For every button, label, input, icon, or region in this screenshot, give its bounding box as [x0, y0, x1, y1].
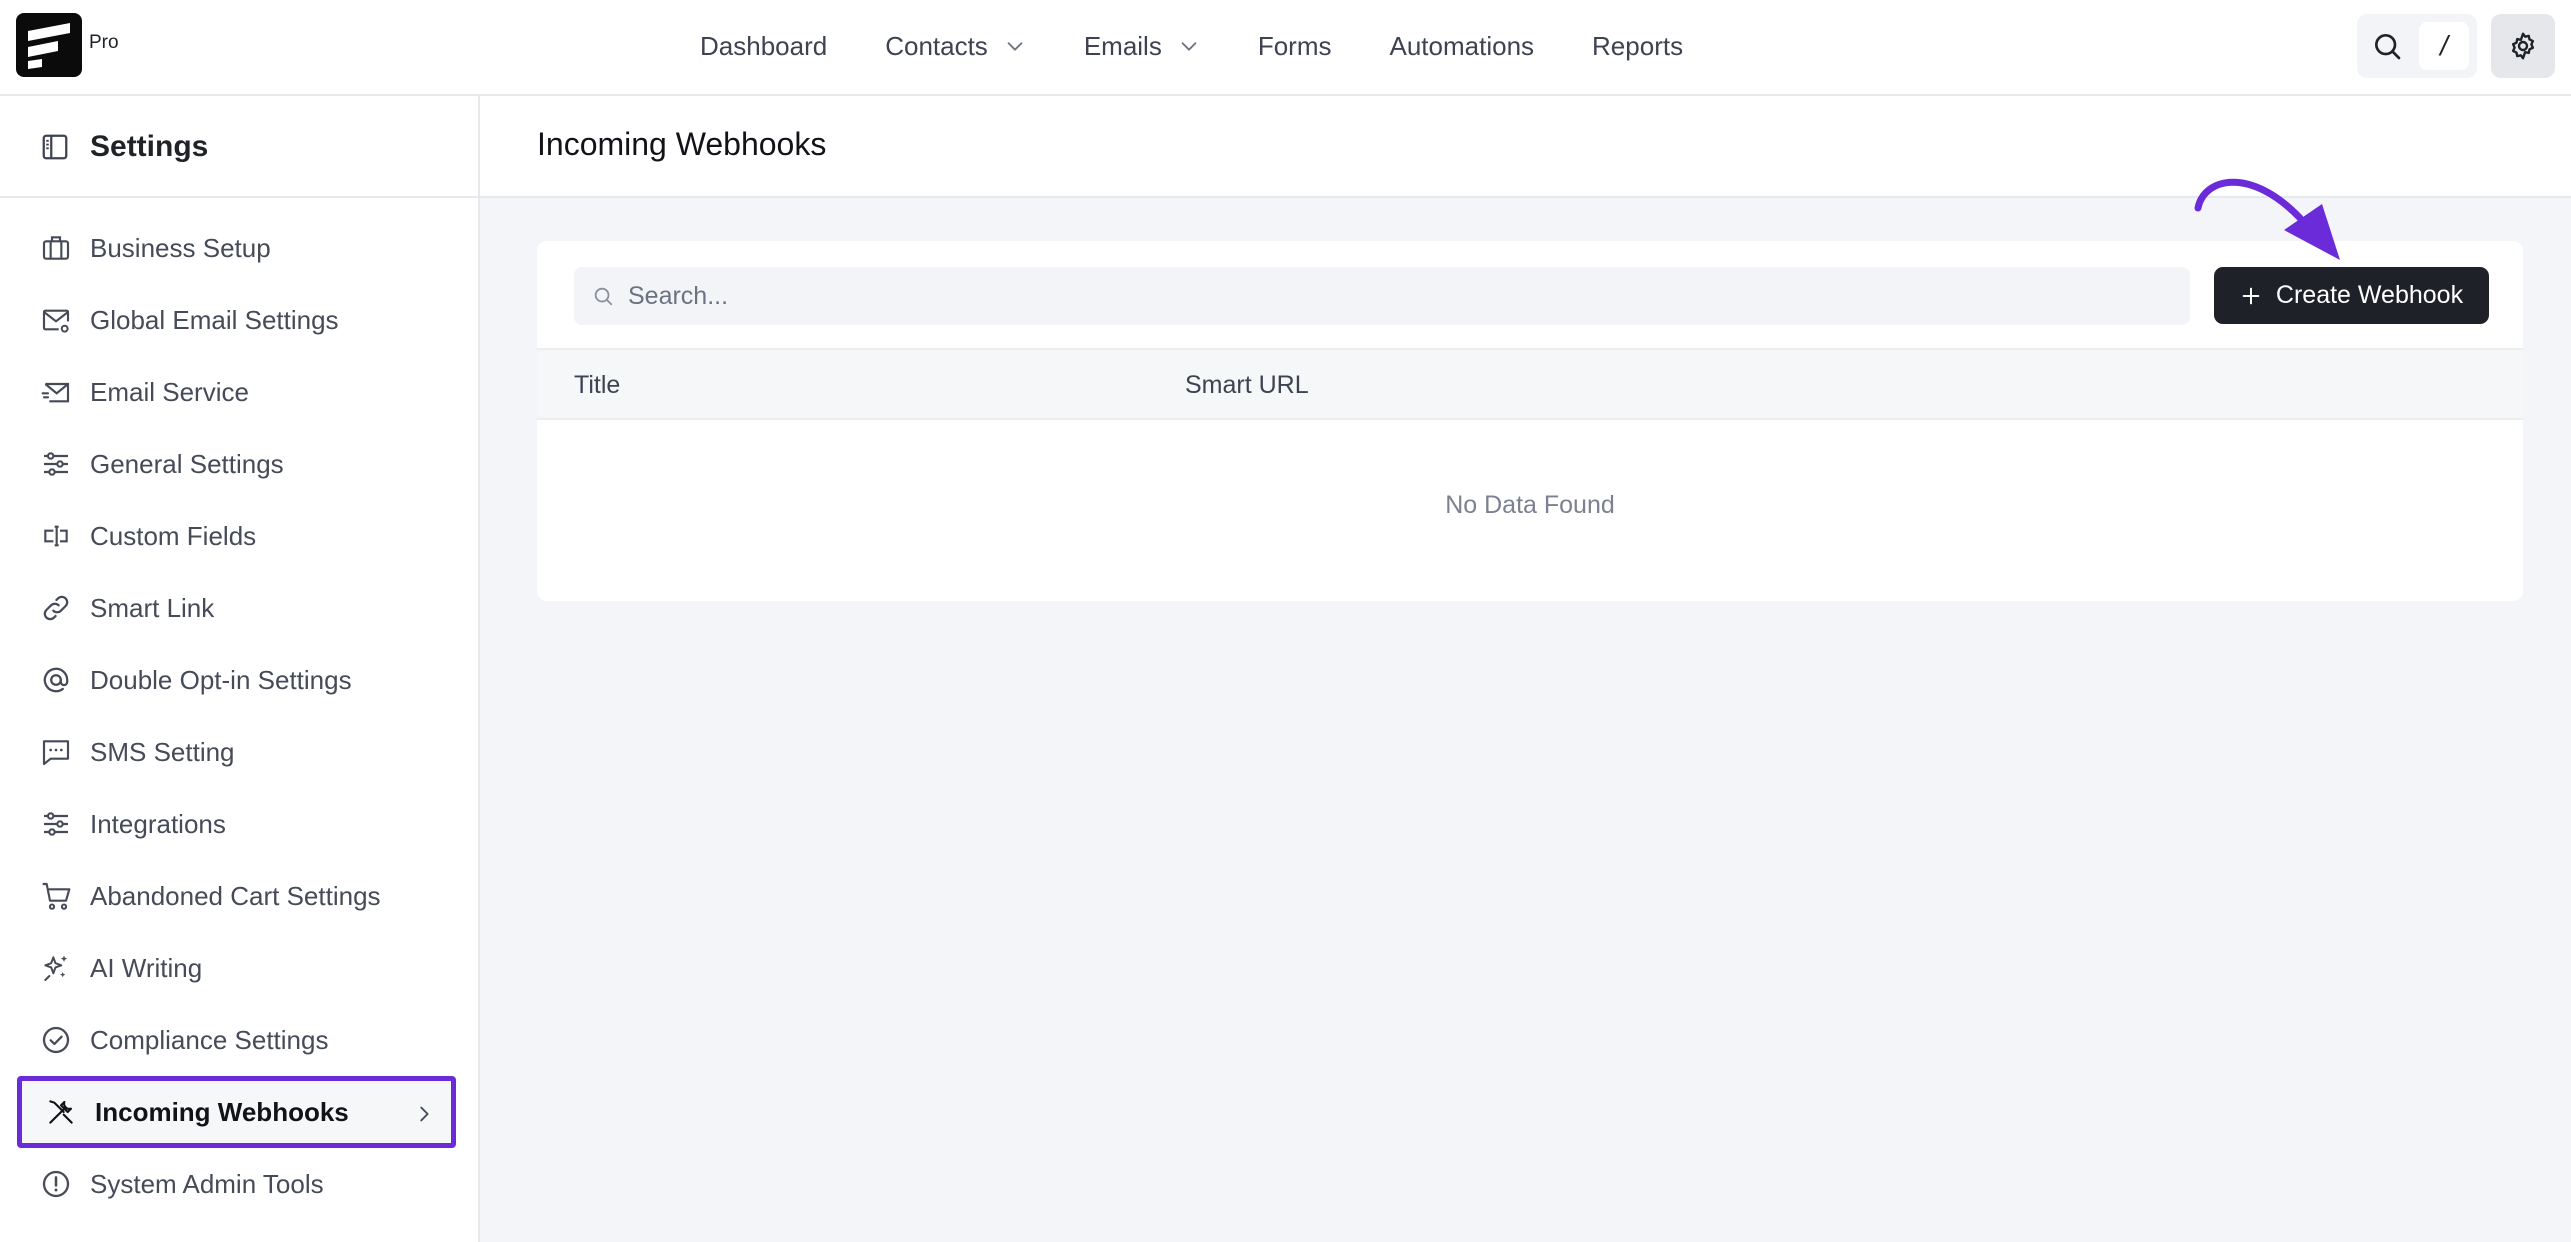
search-icon: [2375, 34, 2401, 60]
link-icon: [43, 595, 69, 621]
chevron-right-icon: [420, 1106, 429, 1122]
webhooks-card: Create Webhook Title Smart URL No Data F…: [537, 241, 2523, 601]
sidebar-item-smart-link[interactable]: Smart Link: [0, 572, 478, 644]
sidebar-item-label: Custom Fields: [90, 520, 257, 551]
sidebar-item-ai-writing[interactable]: AI Writing: [0, 932, 478, 1004]
chevron-down-icon: [1181, 42, 1197, 51]
annotation-arrow-icon: [2194, 178, 2340, 260]
nav-item-label: Contacts: [885, 30, 988, 61]
alert-circle-icon: [42, 1170, 70, 1198]
column-header-smart-url[interactable]: Smart URL: [1185, 371, 1309, 400]
plus-icon: [2242, 287, 2260, 304]
nav-item-emails[interactable]: Emails: [1084, 31, 1200, 62]
mail-gear-icon: [42, 309, 70, 333]
sidebar-item-label: Incoming Webhooks: [95, 1096, 349, 1127]
create-webhook-label: Create Webhook: [2275, 281, 2464, 309]
cart-icon: [42, 882, 71, 910]
sidebar-item-label: System Admin Tools: [90, 1168, 324, 1199]
brand-logo[interactable]: [16, 13, 82, 77]
nav-item-contacts[interactable]: Contacts: [885, 31, 1026, 62]
page-title: Incoming Webhooks: [537, 126, 827, 162]
sidebar-item-label: Integrations: [90, 808, 226, 839]
sidebar-item-compliance-settings[interactable]: Compliance Settings: [0, 1004, 478, 1076]
sidebar-toggle-icon[interactable]: [40, 132, 70, 162]
settings-button[interactable]: [2491, 14, 2555, 78]
sidebar-item-label: General Settings: [90, 448, 284, 479]
sidebar-item-label: Compliance Settings: [90, 1024, 329, 1055]
sidebar-item-incoming-webhooks[interactable]: Incoming Webhooks: [17, 1076, 456, 1148]
sidebar-item-abandoned-cart-settings[interactable]: Abandoned Cart Settings: [0, 860, 478, 932]
sidebar-item-general-settings[interactable]: General Settings: [0, 428, 478, 500]
sidebar-item-global-email-settings[interactable]: Global Email Settings: [0, 284, 478, 356]
gear-icon: [2511, 32, 2535, 60]
nav-item-label: Automations: [1389, 30, 1535, 61]
logo-mark-icon: [28, 23, 70, 69]
sidebar-header: Settings: [0, 96, 478, 198]
main-nav: Dashboard Contacts Emails Forms Automati…: [700, 0, 1741, 92]
at-sign-icon: [43, 667, 69, 693]
search-field[interactable]: [574, 267, 2190, 325]
search-icon: [594, 287, 613, 306]
briefcase-icon: [42, 236, 70, 260]
nav-item-label: Dashboard: [700, 30, 828, 61]
nav-item-label: Emails: [1083, 30, 1162, 61]
sidebar-item-email-service[interactable]: Email Service: [0, 356, 478, 428]
sidebar-item-label: SMS Setting: [90, 736, 235, 767]
settings-menu: Business Setup Global Email Settings Ema…: [0, 212, 478, 1220]
settings-sidebar: Settings Business Setup Global Email Set…: [0, 96, 480, 1242]
global-search-button[interactable]: /: [2357, 14, 2477, 78]
sidebar-item-integrations[interactable]: Integrations: [0, 788, 478, 860]
nav-item-reports[interactable]: Reports: [1592, 31, 1683, 62]
sidebar-item-label: AI Writing: [90, 952, 203, 983]
sidebar-item-label: Abandoned Cart Settings: [90, 880, 381, 911]
nav-item-dashboard[interactable]: Dashboard: [700, 31, 827, 62]
sidebar-item-label: Business Setup: [90, 232, 271, 263]
sidebar-item-business-setup[interactable]: Business Setup: [0, 212, 478, 284]
sidebar-title: Settings: [90, 130, 209, 163]
sidebar-item-system-admin-tools[interactable]: System Admin Tools: [0, 1148, 478, 1220]
column-header-title[interactable]: Title: [574, 371, 620, 400]
pro-badge: Pro: [89, 32, 119, 53]
tools-icon: [49, 1100, 73, 1124]
table-header: Title Smart URL: [537, 348, 2523, 420]
nav-item-forms[interactable]: Forms: [1258, 31, 1332, 62]
sidebar-item-label: Global Email Settings: [90, 304, 339, 335]
search-input[interactable]: [628, 267, 2168, 325]
nav-item-automations[interactable]: Automations: [1390, 31, 1535, 62]
nav-item-label: Reports: [1592, 30, 1684, 61]
sidebar-item-double-opt-in-settings[interactable]: Double Opt-in Settings: [0, 644, 478, 716]
sliders-icon: [44, 812, 68, 836]
sidebar-item-label: Double Opt-in Settings: [90, 664, 352, 695]
sidebar-item-label: Email Service: [90, 376, 249, 407]
check-circle-icon: [42, 1026, 70, 1054]
nav-item-label: Forms: [1257, 30, 1332, 61]
empty-state-text: No Data Found: [1445, 491, 1615, 519]
text-cursor-input-icon: [44, 525, 68, 547]
sidebar-item-sms-setting[interactable]: SMS Setting: [0, 716, 478, 788]
search-shortcut-key: /: [2419, 22, 2469, 70]
sidebar-item-custom-fields[interactable]: Custom Fields: [0, 500, 478, 572]
chevron-down-icon: [1007, 42, 1023, 51]
message-dots-icon: [42, 740, 70, 766]
top-navigation-bar: Pro Dashboard Contacts Emails Forms Auto…: [0, 0, 2571, 96]
mail-send-icon: [41, 382, 70, 403]
sparkles-icon: [44, 955, 68, 981]
sliders-icon: [44, 452, 68, 476]
sidebar-item-label: Smart Link: [90, 592, 215, 623]
